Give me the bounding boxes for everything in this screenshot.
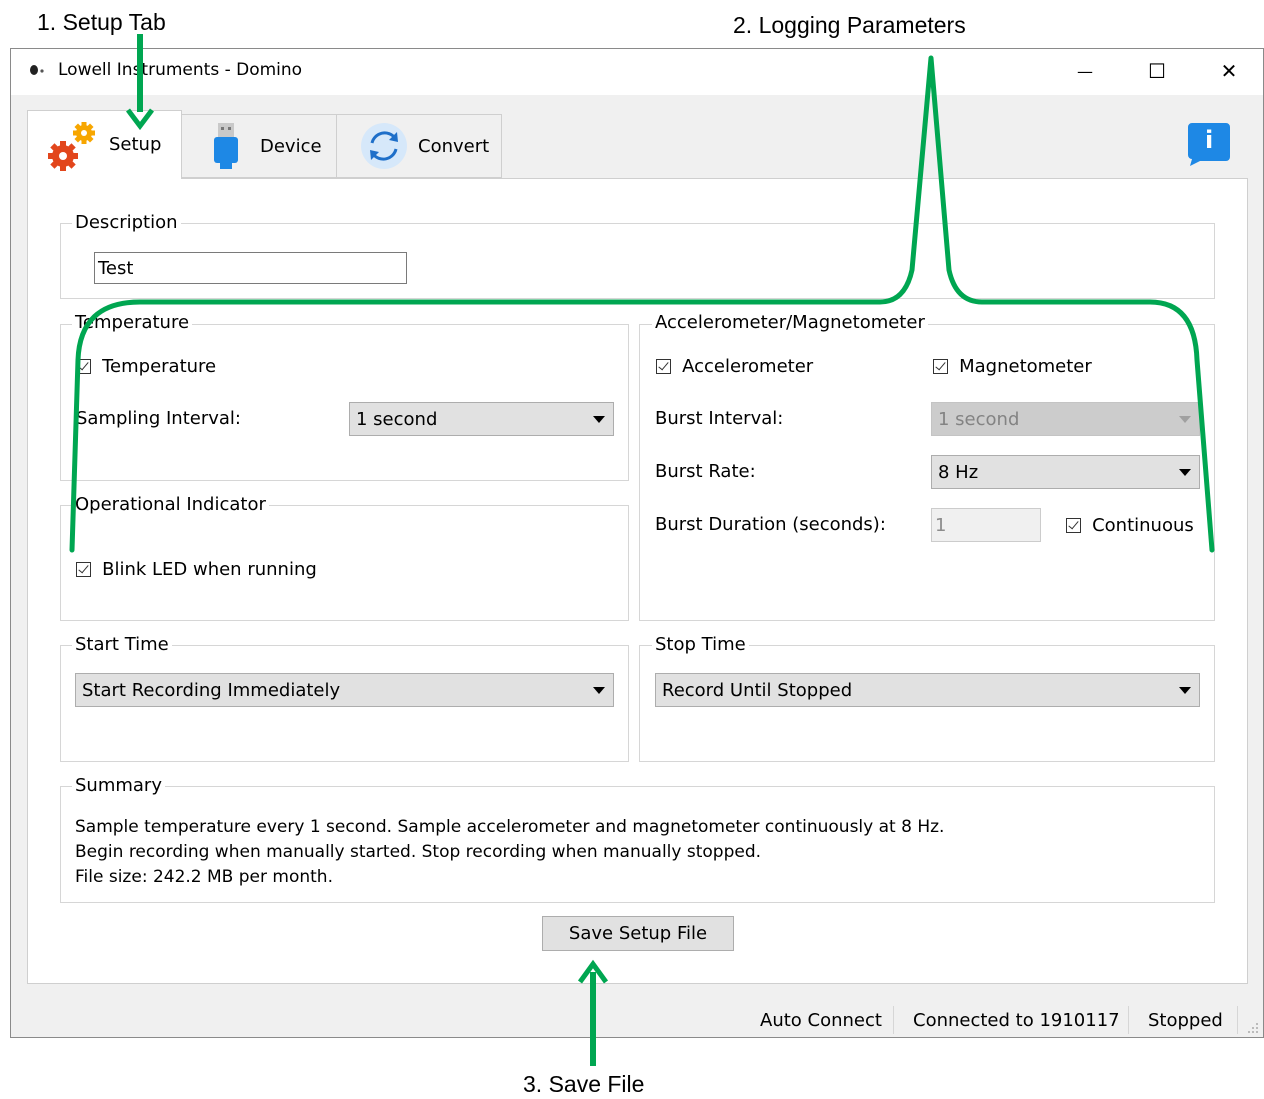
run-state-status: Stopped — [1148, 1010, 1223, 1031]
summary-line-1: Sample temperature every 1 second. Sampl… — [75, 817, 945, 837]
checkbox-checked-icon — [933, 359, 948, 374]
temperature-checkbox-label: Temperature — [102, 356, 217, 377]
connection-status: Connected to 1910117 — [913, 1010, 1120, 1031]
tab-convert[interactable]: Convert — [336, 114, 502, 178]
summary-title: Summary — [72, 775, 165, 796]
start-time-value: Start Recording Immediately — [82, 679, 341, 701]
magnetometer-label: Magnetometer — [959, 356, 1092, 377]
checkbox-checked-icon — [76, 562, 91, 577]
annotation-logging-parameters: 2. Logging Parameters — [733, 12, 966, 38]
stop-time-title: Stop Time — [652, 634, 749, 655]
burst-rate-label: Burst Rate: — [655, 461, 756, 482]
maximize-button[interactable]: ☐ — [1134, 55, 1180, 87]
minimize-button[interactable]: — — [1062, 55, 1108, 87]
start-time-title: Start Time — [72, 634, 172, 655]
gears-icon — [48, 122, 95, 171]
checkbox-checked-icon — [656, 359, 671, 374]
tab-setup-label: Setup — [109, 134, 162, 155]
chevron-down-icon — [593, 687, 605, 694]
chevron-down-icon — [1179, 469, 1191, 476]
tab-device[interactable]: Device — [181, 114, 337, 178]
save-setup-file-button[interactable]: Save Setup File — [542, 916, 734, 951]
close-icon: ✕ — [1220, 59, 1238, 83]
minimize-icon: — — [1077, 61, 1093, 81]
continuous-checkbox[interactable]: Continuous — [1066, 515, 1194, 536]
continuous-label: Continuous — [1092, 515, 1194, 536]
tab-device-label: Device — [260, 136, 322, 157]
resize-grip-icon[interactable] — [1247, 1022, 1259, 1034]
magnetometer-checkbox[interactable]: Magnetometer — [933, 356, 1092, 377]
burst-rate-value: 8 Hz — [938, 461, 979, 483]
usb-icon — [214, 123, 238, 169]
stop-time-select[interactable]: Record Until Stopped — [655, 673, 1200, 707]
summary-line-2: Begin recording when manually started. S… — [75, 842, 762, 862]
maximize-icon: ☐ — [1148, 59, 1166, 83]
start-time-select[interactable]: Start Recording Immediately — [75, 673, 614, 707]
burst-interval-select[interactable]: 1 second — [931, 402, 1200, 436]
burst-duration-input[interactable]: 1 — [931, 508, 1041, 542]
refresh-icon — [361, 123, 407, 169]
burst-interval-label: Burst Interval: — [655, 408, 784, 429]
summary-line-3: File size: 242.2 MB per month. — [75, 867, 333, 887]
close-button[interactable]: ✕ — [1206, 55, 1252, 87]
sampling-interval-label: Sampling Interval: — [76, 408, 241, 429]
description-title: Description — [72, 212, 181, 233]
annotation-save-file: 3. Save File — [523, 1071, 645, 1097]
blink-led-checkbox[interactable]: Blink LED when running — [76, 559, 317, 580]
description-value: Test — [98, 257, 134, 279]
accelerometer-checkbox[interactable]: Accelerometer — [656, 356, 813, 377]
tab-setup[interactable]: Setup — [27, 110, 182, 179]
chevron-down-icon — [593, 416, 605, 423]
chevron-down-icon — [1179, 416, 1191, 423]
window-title: Lowell Instruments - Domino — [58, 60, 303, 80]
burst-interval-value: 1 second — [938, 408, 1020, 430]
annotation-setup-tab: 1. Setup Tab — [37, 9, 166, 35]
burst-rate-select[interactable]: 8 Hz — [931, 455, 1200, 489]
auto-connect-status: Auto Connect — [760, 1010, 882, 1031]
sampling-interval-value: 1 second — [356, 408, 438, 430]
burst-duration-label: Burst Duration (seconds): — [655, 514, 886, 535]
burst-duration-value: 1 — [935, 514, 947, 536]
status-divider — [1237, 1006, 1238, 1034]
checkbox-checked-icon — [76, 359, 91, 374]
accel-mag-title: Accelerometer/Magnetometer — [652, 312, 928, 333]
accelerometer-label: Accelerometer — [682, 356, 814, 377]
operational-indicator-title: Operational Indicator — [72, 494, 269, 515]
tab-convert-label: Convert — [418, 136, 490, 157]
temperature-checkbox[interactable]: Temperature — [76, 356, 216, 377]
blink-led-label: Blink LED when running — [102, 559, 317, 580]
status-divider — [893, 1006, 894, 1034]
temperature-title: Temperature — [72, 312, 193, 333]
sampling-interval-select[interactable]: 1 second — [349, 402, 614, 436]
info-button[interactable]: i — [1186, 121, 1232, 167]
info-label: i — [1205, 126, 1214, 154]
checkbox-checked-icon — [1066, 518, 1081, 533]
status-divider — [1128, 1006, 1129, 1034]
save-setup-file-label: Save Setup File — [568, 923, 708, 944]
stop-time-value: Record Until Stopped — [662, 679, 853, 701]
app-logo-icon — [30, 65, 44, 75]
chevron-down-icon — [1179, 687, 1191, 694]
description-input[interactable]: Test — [94, 252, 407, 284]
